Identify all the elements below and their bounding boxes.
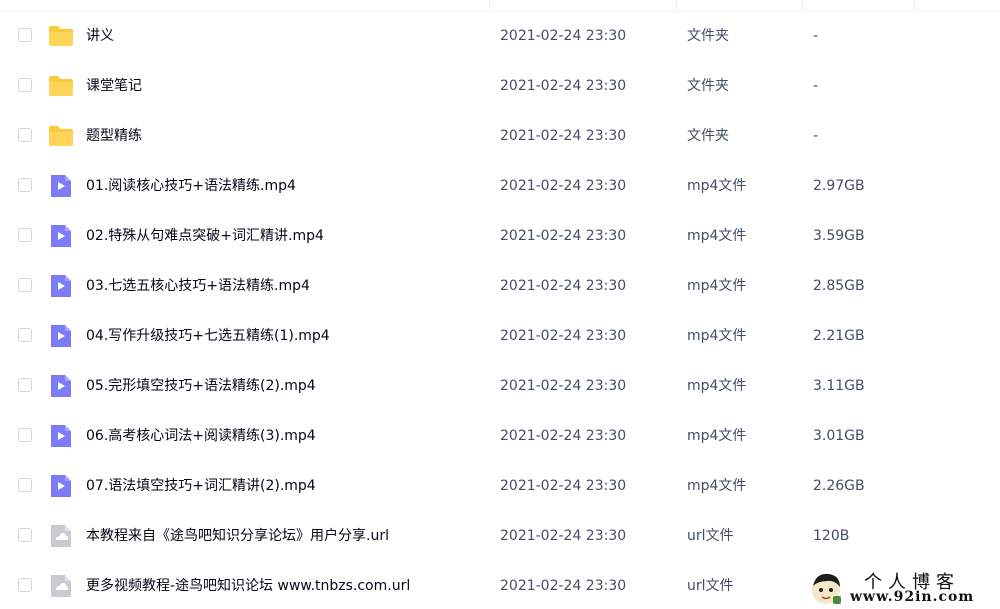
file-size: 120B <box>813 528 850 544</box>
file-type: mp4文件 <box>687 478 747 494</box>
file-row[interactable]: 本教程来自《途鸟吧知识分享论坛》用户分享.url 2021-02-24 23:30… <box>0 511 1000 561</box>
file-list: 讲义 2021-02-24 23:30 文件夹 - 课堂笔记 2021-02-24 23:… <box>0 0 1000 609</box>
column-divider[interactable] <box>802 0 803 10</box>
file-name[interactable]: 更多视频教程-途鸟吧知识论坛 www.tnbzs.com.url <box>86 561 410 609</box>
file-size: - <box>813 78 819 94</box>
row-checkbox[interactable] <box>18 528 32 542</box>
file-name[interactable]: 05.完形填空技巧+语法精练(2).mp4 <box>86 361 316 411</box>
row-checkbox[interactable] <box>18 328 32 342</box>
file-size: 2.85GB <box>813 278 865 294</box>
file-modified-time: 2021-02-24 23:30 <box>500 128 627 144</box>
file-row[interactable]: 07.语法填空技巧+词汇精讲(2).mp4 2021-02-24 23:30 mp4… <box>0 461 1000 511</box>
row-checkbox[interactable] <box>18 78 32 92</box>
folder-icon <box>48 23 74 49</box>
video-file-icon <box>48 223 74 249</box>
file-size: 3.01GB <box>813 428 865 444</box>
row-checkbox[interactable] <box>18 28 32 42</box>
row-checkbox[interactable] <box>18 178 32 192</box>
file-modified-time: 2021-02-24 23:30 <box>500 78 627 94</box>
file-modified-time: 2021-02-24 23:30 <box>500 478 627 494</box>
file-modified-time: 2021-02-24 23:30 <box>500 278 627 294</box>
row-checkbox[interactable] <box>18 378 32 392</box>
row-checkbox[interactable] <box>18 128 32 142</box>
file-name[interactable]: 06.高考核心词法+阅读精练(3).mp4 <box>86 411 316 461</box>
row-checkbox[interactable] <box>18 478 32 492</box>
file-row[interactable]: 04.写作升级技巧+七选五精练(1).mp4 2021-02-24 23:30 mp… <box>0 311 1000 361</box>
file-row[interactable]: 课堂笔记 2021-02-24 23:30 文件夹 - <box>0 61 1000 111</box>
file-size: 3.59GB <box>813 228 865 244</box>
file-type: 文件夹 <box>687 128 729 144</box>
file-modified-time: 2021-02-24 23:30 <box>500 228 627 244</box>
link-file-icon <box>48 523 74 549</box>
file-size: - <box>813 28 819 44</box>
file-row[interactable]: 06.高考核心词法+阅读精练(3).mp4 2021-02-24 23:30 mp4… <box>0 411 1000 461</box>
file-modified-time: 2021-02-24 23:30 <box>500 578 627 594</box>
video-file-icon <box>48 323 74 349</box>
file-type: mp4文件 <box>687 378 747 394</box>
file-size: 2.21GB <box>813 328 865 344</box>
file-name[interactable]: 03.七选五核心技巧+语法精练.mp4 <box>86 261 310 311</box>
file-name[interactable]: 02.特殊从句难点突破+词汇精讲.mp4 <box>86 211 324 261</box>
file-type: 文件夹 <box>687 78 729 94</box>
file-row[interactable]: 05.完形填空技巧+语法精练(2).mp4 2021-02-24 23:30 mp4… <box>0 361 1000 411</box>
video-file-icon <box>48 373 74 399</box>
file-type: mp4文件 <box>687 228 747 244</box>
link-file-icon <box>48 573 74 599</box>
row-checkbox[interactable] <box>18 578 32 592</box>
file-size: 2.26GB <box>813 478 865 494</box>
file-type: 文件夹 <box>687 28 729 44</box>
watermark-url: www.92in.com <box>850 589 975 605</box>
video-file-icon <box>48 473 74 499</box>
file-modified-time: 2021-02-24 23:30 <box>500 378 627 394</box>
file-size: - <box>813 128 819 144</box>
file-row[interactable]: 题型精练 2021-02-24 23:30 文件夹 - <box>0 111 1000 161</box>
file-name[interactable]: 题型精练 <box>86 111 142 161</box>
file-modified-time: 2021-02-24 23:30 <box>500 178 627 194</box>
file-row[interactable]: 03.七选五核心技巧+语法精练.mp4 2021-02-24 23:30 mp4文件… <box>0 261 1000 311</box>
file-size: 2.97GB <box>813 178 865 194</box>
file-size: 3.11GB <box>813 378 865 394</box>
video-file-icon <box>48 423 74 449</box>
file-modified-time: 2021-02-24 23:30 <box>500 328 627 344</box>
file-name[interactable]: 04.写作升级技巧+七选五精练(1).mp4 <box>86 311 330 361</box>
column-divider[interactable] <box>489 0 490 10</box>
column-divider[interactable] <box>914 0 915 10</box>
file-type: url文件 <box>687 578 734 594</box>
file-name[interactable]: 讲义 <box>86 11 114 61</box>
column-divider[interactable] <box>676 0 677 10</box>
row-checkbox[interactable] <box>18 428 32 442</box>
file-modified-time: 2021-02-24 23:30 <box>500 28 627 44</box>
file-name[interactable]: 07.语法填空技巧+词汇精讲(2).mp4 <box>86 461 316 511</box>
video-file-icon <box>48 173 74 199</box>
file-name[interactable]: 本教程来自《途鸟吧知识分享论坛》用户分享.url <box>86 511 389 561</box>
video-file-icon <box>48 273 74 299</box>
file-row[interactable]: 讲义 2021-02-24 23:30 文件夹 - <box>0 11 1000 61</box>
row-checkbox[interactable] <box>18 228 32 242</box>
row-checkbox[interactable] <box>18 278 32 292</box>
folder-icon <box>48 73 74 99</box>
file-type: mp4文件 <box>687 178 747 194</box>
file-name[interactable]: 01.阅读核心技巧+语法精练.mp4 <box>86 161 296 211</box>
blog-watermark: 个人博客 www.92in.com <box>806 568 1000 609</box>
file-modified-time: 2021-02-24 23:30 <box>500 428 627 444</box>
file-name[interactable]: 课堂笔记 <box>86 61 142 111</box>
file-type: url文件 <box>687 528 734 544</box>
file-row[interactable]: 02.特殊从句难点突破+词汇精讲.mp4 2021-02-24 23:30 mp4文… <box>0 211 1000 261</box>
file-row[interactable]: 01.阅读核心技巧+语法精练.mp4 2021-02-24 23:30 mp4文件 2… <box>0 161 1000 211</box>
file-type: mp4文件 <box>687 278 747 294</box>
file-modified-time: 2021-02-24 23:30 <box>500 528 627 544</box>
file-type: mp4文件 <box>687 328 747 344</box>
file-type: mp4文件 <box>687 428 747 444</box>
folder-icon <box>48 123 74 149</box>
avatar-icon <box>812 573 841 604</box>
